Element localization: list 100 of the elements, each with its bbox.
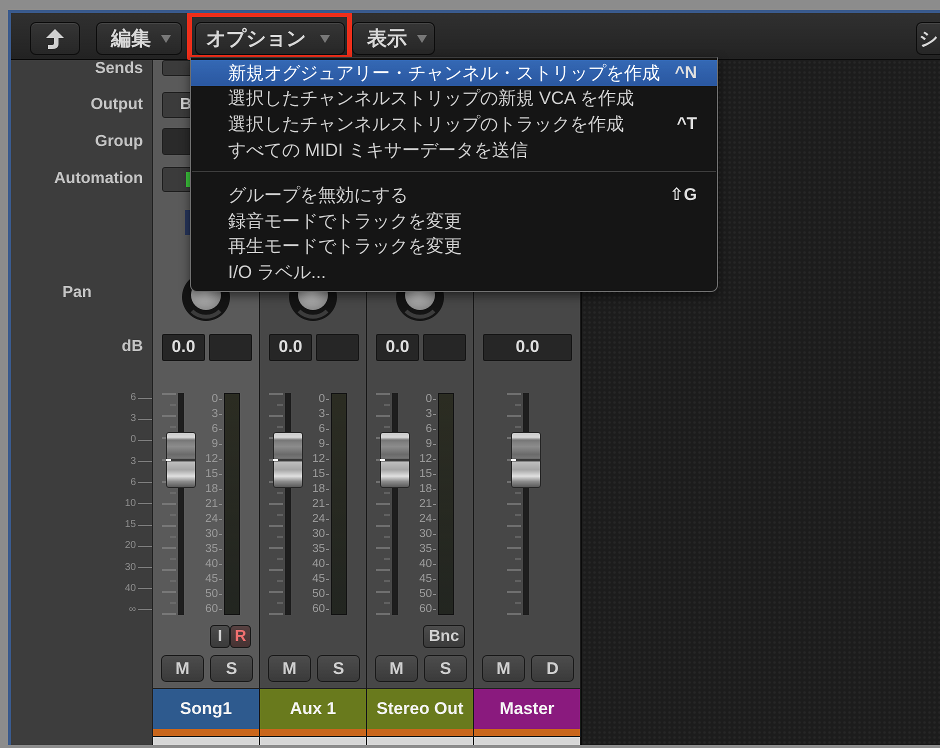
meter-scale-label: 40: [205, 558, 218, 570]
row-label: Pan: [62, 284, 92, 302]
mute-button[interactable]: M: [268, 655, 311, 682]
row-label: Sends: [94, 60, 143, 78]
meter-scale-label: 15: [312, 468, 325, 480]
meter-scale-label: 30: [419, 528, 432, 540]
scale-label: 30: [124, 562, 136, 572]
caret-icon: [320, 34, 330, 42]
meter-scale-label: 60: [312, 603, 325, 615]
meter-scale-label: 24: [205, 513, 218, 525]
meter-scale-label: 12: [312, 453, 325, 465]
scale-label: 15: [124, 520, 136, 530]
meter-scale-label: 21: [312, 498, 325, 510]
menu-button[interactable]: 編集: [96, 22, 182, 55]
shortcut-label: ^N: [674, 62, 697, 83]
menu-item[interactable]: すべての MIDI ミキサーデータを送信: [191, 136, 717, 162]
menu-item[interactable]: グループを無効にする ⇧G: [191, 182, 717, 208]
solo-button[interactable]: S: [424, 655, 467, 682]
meter-scale-label: 18: [312, 483, 325, 495]
volume-readout[interactable]: 0.0: [483, 334, 572, 360]
meter-scale-label: 0: [212, 393, 218, 405]
shortcut-label: ⇧G: [670, 185, 697, 206]
caret-icon: [161, 34, 171, 42]
meter-scale-label: 15: [419, 468, 432, 480]
scale-label: 6: [130, 393, 136, 403]
meter-scale-label: 9: [426, 438, 432, 450]
meter-scale-label: 6: [212, 423, 218, 435]
input-monitor-button[interactable]: I: [210, 625, 230, 648]
meter-scale-label: 9: [212, 438, 218, 450]
track-name-tag[interactable]: Stereo Out: [367, 688, 473, 729]
menu-item[interactable]: 再生モードでトラックを変更: [191, 234, 717, 260]
meter-scale-label: 35: [205, 543, 218, 555]
menu-button[interactable]: 表示: [352, 22, 435, 55]
meter-scale-label: 12: [205, 453, 218, 465]
meter-scale-label: 50: [419, 588, 432, 600]
meter-scale-label: 0: [426, 393, 432, 405]
meter-scale-label: 3: [212, 408, 218, 420]
fader-handle[interactable]: [380, 432, 410, 488]
track-name-tag[interactable]: Song1: [153, 688, 259, 729]
up-arrow-icon: [45, 28, 65, 50]
shortcut-label: ^T: [676, 114, 697, 134]
solo-button[interactable]: S: [210, 655, 253, 682]
track-name-tag[interactable]: Aux 1: [260, 688, 366, 729]
meter-scale-label: 30: [312, 528, 325, 540]
scale-label: 6: [130, 478, 136, 488]
scale-label: 40: [124, 584, 136, 594]
meter-scale-label: 50: [205, 588, 218, 600]
menu-item[interactable]: 新規オグジュアリー・チャンネル・ストリップを作成 ^N: [191, 60, 717, 86]
scale-label: 3: [130, 414, 136, 424]
meter-scale-label: 45: [419, 573, 432, 585]
fader-handle[interactable]: [166, 432, 196, 488]
meter-scale-label: 60: [205, 603, 218, 615]
peak-display: [316, 334, 359, 360]
meter-scale-label: 15: [205, 468, 218, 480]
mute-button[interactable]: M: [482, 655, 525, 682]
menu-button[interactable]: オプション: [195, 22, 345, 55]
row-label: Group: [95, 133, 143, 151]
peak-display: [209, 334, 252, 360]
scale-label: 3: [130, 456, 136, 467]
meter-scale-label: 50: [312, 588, 325, 600]
row-label: Automation: [54, 170, 143, 188]
volume-readout[interactable]: 0.0: [376, 334, 419, 360]
menu-item[interactable]: I/O ラベル...: [191, 259, 717, 285]
caret-icon: [417, 34, 427, 42]
mute-button[interactable]: M: [375, 655, 418, 682]
meter-scale-label: 45: [312, 573, 325, 585]
track-name-tag[interactable]: Master: [474, 688, 580, 729]
menu-item[interactable]: 録音モードでトラックを変更: [191, 208, 717, 234]
meter-scale-label: 3: [426, 408, 432, 420]
toolbar-button[interactable]: シ: [916, 22, 940, 55]
meter-scale-label: 21: [419, 498, 432, 510]
meter-scale-label: 6: [426, 423, 432, 435]
scale-label: 20: [124, 541, 136, 552]
peak-display: [423, 334, 466, 360]
volume-readout[interactable]: 0.0: [269, 334, 312, 360]
meter-scale-label: 24: [419, 513, 432, 525]
fader-handle[interactable]: [511, 432, 541, 488]
fader-handle[interactable]: [273, 432, 303, 488]
meter-scale-label: 60: [419, 603, 432, 615]
meter-scale-label: 21: [205, 498, 218, 510]
scale-label: ∞: [128, 604, 136, 615]
scale-label: 10: [124, 498, 136, 509]
meter-scale-label: 3: [318, 408, 325, 420]
volume-readout[interactable]: 0.0: [162, 334, 205, 360]
meter-scale-label: 30: [205, 528, 218, 540]
record-button[interactable]: R: [230, 625, 251, 648]
meter-scale-label: 35: [419, 543, 432, 555]
meter-scale-label: 18: [205, 483, 218, 495]
scale-label: 0: [130, 435, 136, 446]
meter-scale-label: 24: [312, 513, 325, 525]
row-label: Output: [90, 96, 143, 114]
meter-scale-label: 6: [318, 423, 325, 435]
bounce-button[interactable]: Bnc: [423, 625, 465, 648]
up-button[interactable]: [30, 22, 80, 55]
dim-button[interactable]: D: [531, 655, 574, 682]
mute-button[interactable]: M: [161, 655, 204, 682]
meter-scale-label: 9: [318, 438, 325, 450]
meter-scale-label: 45: [205, 573, 218, 585]
solo-button[interactable]: S: [317, 655, 360, 682]
meter-scale-label: 40: [312, 558, 325, 570]
